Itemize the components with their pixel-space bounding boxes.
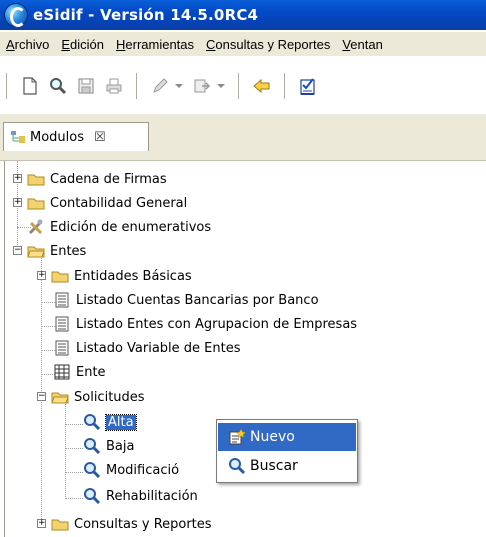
toolbar-separator xyxy=(6,73,8,99)
menu-herramientas[interactable]: Herramientas xyxy=(113,37,197,52)
tab-label: Modulos xyxy=(30,129,84,145)
tree-node-contabilidad-general[interactable]: + Contabilidad General xyxy=(13,193,187,213)
expand-icon[interactable]: + xyxy=(37,519,46,528)
collapse-icon[interactable]: − xyxy=(37,392,46,401)
search-icon xyxy=(83,414,101,431)
window-title: eSidif - Versión 14.5.0RC4 xyxy=(33,6,259,24)
expand-icon[interactable]: + xyxy=(13,174,22,183)
tree-node-baja[interactable]: Baja xyxy=(61,436,134,456)
folder-icon xyxy=(51,516,69,532)
tree-node-listado-entes-agrupacion[interactable]: Listado Entes con Agrupacion de Empresas xyxy=(37,314,357,334)
checklist-icon xyxy=(300,78,315,95)
menu-archivo[interactable]: Archivo xyxy=(3,37,52,52)
tree-node-listado-variable-entes[interactable]: Listado Variable de Entes xyxy=(37,338,241,358)
search-button[interactable] xyxy=(46,74,70,98)
report-icon xyxy=(53,292,71,308)
new-document-icon xyxy=(23,77,37,95)
edit-icon xyxy=(153,78,168,93)
context-menu: Nuevo Buscar xyxy=(216,419,358,483)
tree-view-icon xyxy=(11,131,25,143)
menu-ventana[interactable]: Ventan xyxy=(339,37,386,52)
toolbar xyxy=(0,60,486,112)
collapse-icon[interactable]: − xyxy=(13,246,22,255)
open-folder-icon xyxy=(27,243,45,259)
new-document-button[interactable] xyxy=(18,74,42,98)
menu-item-buscar[interactable]: Buscar xyxy=(218,452,356,480)
tree-node-entes[interactable]: − Entes xyxy=(13,241,86,261)
search-icon xyxy=(50,78,67,95)
tree-node-entidades-basicas[interactable]: + Entidades Básicas xyxy=(37,266,192,286)
expand-icon[interactable]: + xyxy=(13,198,22,207)
menu-item-nuevo[interactable]: Nuevo xyxy=(218,423,356,451)
search-icon xyxy=(228,458,246,475)
tools-icon xyxy=(27,219,45,235)
tasks-button[interactable] xyxy=(296,74,320,98)
print-icon xyxy=(106,78,122,94)
tree-node-rehabilitacion[interactable]: Rehabilitación xyxy=(61,486,198,506)
new-item-icon xyxy=(228,428,246,445)
toolbar-separator xyxy=(136,73,138,99)
folder-icon xyxy=(51,268,69,284)
print-button[interactable] xyxy=(102,74,126,98)
back-arrow-icon xyxy=(253,78,270,94)
report-icon xyxy=(53,340,71,356)
tree-node-cadena-de-firmas[interactable]: + Cadena de Firmas xyxy=(13,169,167,189)
expand-icon[interactable]: + xyxy=(37,271,46,280)
menu-consultas-reportes[interactable]: Consultas y Reportes xyxy=(203,37,333,52)
tree-node-ente[interactable]: Ente xyxy=(37,362,106,382)
back-button[interactable] xyxy=(250,74,274,98)
tree-node-alta[interactable]: Alta xyxy=(61,412,137,432)
open-folder-icon xyxy=(51,389,69,405)
table-icon xyxy=(53,364,71,380)
search-icon xyxy=(83,488,101,505)
search-icon xyxy=(83,462,101,479)
toolbar-separator xyxy=(284,73,286,99)
menu-bar: Archivo Edición Herramientas Consultas y… xyxy=(0,32,486,56)
export-icon xyxy=(194,79,211,93)
report-icon xyxy=(53,316,71,332)
tree-node-listado-cuentas-bancarias[interactable]: Listado Cuentas Bancarias por Banco xyxy=(37,290,319,310)
toolbar-separator xyxy=(238,73,240,99)
export-button[interactable] xyxy=(190,74,214,98)
export-dropdown[interactable] xyxy=(216,74,226,98)
search-icon xyxy=(83,438,101,455)
save-button[interactable] xyxy=(74,74,98,98)
close-icon[interactable]: ☒ xyxy=(94,130,106,145)
tree-node-modificacion[interactable]: Modificació xyxy=(61,460,179,480)
edit-dropdown[interactable] xyxy=(174,74,184,98)
edit-button[interactable] xyxy=(148,74,172,98)
folder-icon xyxy=(27,171,45,187)
app-icon xyxy=(4,3,28,27)
tree-node-solicitudes[interactable]: − Solicitudes xyxy=(37,387,145,407)
tree-node-consultas-reportes[interactable]: + Consultas y Reportes xyxy=(37,514,212,534)
menu-edicion[interactable]: Edición xyxy=(58,37,107,52)
title-bar[interactable]: eSidif - Versión 14.5.0RC4 xyxy=(0,0,486,30)
tree-node-edicion-enumerativos[interactable]: Edición de enumerativos xyxy=(13,217,211,237)
save-icon xyxy=(78,78,94,94)
tab-modulos[interactable]: Modulos ☒ xyxy=(3,122,149,151)
view-tab-bar: Modulos ☒ xyxy=(0,114,486,161)
folder-icon xyxy=(27,195,45,211)
